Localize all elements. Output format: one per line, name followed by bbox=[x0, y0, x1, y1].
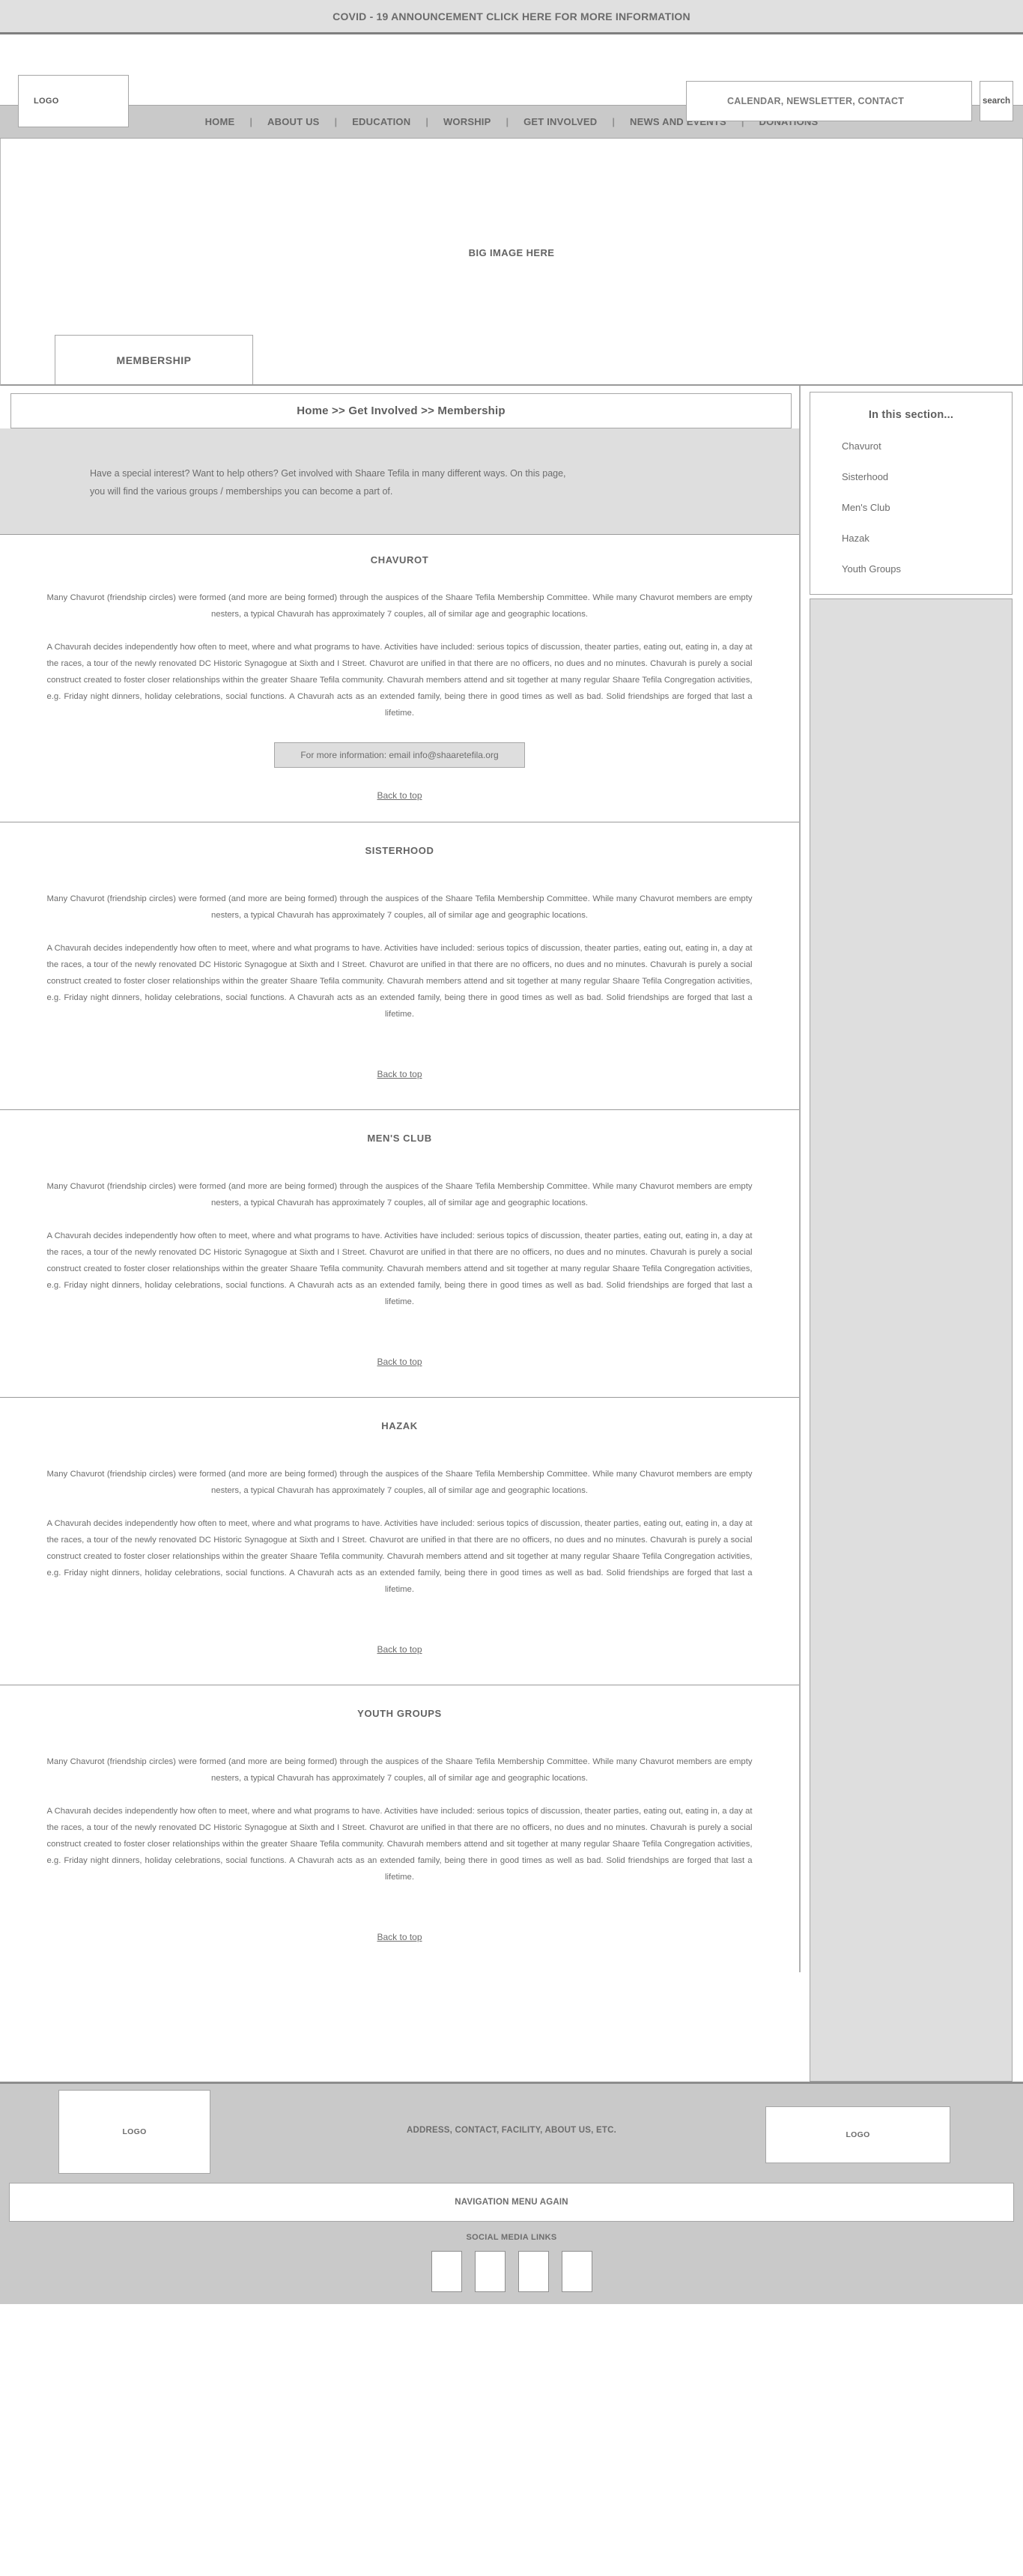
intro-text: Have a special interest? Want to help ot… bbox=[90, 468, 566, 497]
site-header: LOGO CALENDAR, NEWSLETTER, CONTACT searc… bbox=[0, 34, 1023, 127]
section-paragraph: Many Chavurot (friendship circles) were … bbox=[46, 593, 753, 619]
social-icon-1[interactable] bbox=[431, 2251, 462, 2292]
section-paragraph: A Chavurah decides independently how oft… bbox=[46, 642, 753, 718]
social-icon-2[interactable] bbox=[474, 2251, 506, 2292]
breadcrumb-text[interactable]: Home >> Get Involved >> Membership bbox=[297, 404, 506, 417]
back-to-top-link[interactable]: Back to top bbox=[377, 1644, 422, 1655]
sidebar-placeholder-block bbox=[810, 598, 1013, 2082]
main-content-column: Home >> Get Involved >> Membership Have … bbox=[0, 386, 801, 1973]
info-button-wrap: For more information: email info@shaaret… bbox=[0, 742, 799, 768]
back-to-top-wrap: Back to top bbox=[0, 1357, 799, 1367]
sidebar-item-youth-groups[interactable]: Youth Groups bbox=[810, 563, 1012, 575]
membership-tab[interactable]: MEMBERSHIP bbox=[55, 335, 253, 384]
section-title-youth-groups: YOUTH GROUPS bbox=[357, 1708, 442, 1720]
section-youth-groups: YOUTH GROUPS Many Chavurot (friendship c… bbox=[0, 1685, 799, 1973]
sidebar-item-mens-club[interactable]: Men's Club bbox=[810, 502, 1012, 533]
section-paragraph: A Chavurah decides independently how oft… bbox=[46, 1231, 753, 1307]
header-logo[interactable]: LOGO bbox=[18, 75, 129, 127]
in-this-section-box: In this section... Chavurot Sisterhood M… bbox=[810, 392, 1013, 595]
header-search-area: CALENDAR, NEWSLETTER, CONTACT search bbox=[686, 81, 1013, 121]
right-sidebar: In this section... Chavurot Sisterhood M… bbox=[801, 386, 1023, 2082]
sidebar-item-sisterhood[interactable]: Sisterhood bbox=[810, 471, 1012, 502]
footer-logo-right[interactable]: LOGO bbox=[765, 2106, 950, 2163]
covid-announcement-text: COVID - 19 ANNOUNCEMENT CLICK HERE FOR M… bbox=[333, 10, 690, 22]
search-button[interactable]: search bbox=[980, 81, 1013, 121]
footer-top-row: LOGO ADDRESS, CONTACT, FACILITY, ABOUT U… bbox=[0, 2084, 1023, 2180]
section-paragraph: A Chavurah decides independently how oft… bbox=[46, 1807, 753, 1882]
section-sisterhood: SISTERHOOD Many Chavurot (friendship cir… bbox=[0, 822, 799, 1110]
section-paragraph: Many Chavurot (friendship circles) were … bbox=[46, 1181, 753, 1207]
section-mens-club: MEN'S CLUB Many Chavurot (friendship cir… bbox=[0, 1109, 799, 1398]
sidebar-item-chavurot[interactable]: Chavurot bbox=[810, 440, 1012, 471]
nav-item-about-us[interactable]: ABOUT US bbox=[252, 116, 335, 127]
section-paragraph: A Chavurah decides independently how oft… bbox=[46, 943, 753, 1019]
hero-image-placeholder: BIG IMAGE HERE MEMBERSHIP bbox=[0, 139, 1023, 386]
section-hazak: HAZAK Many Chavurot (friendship circles)… bbox=[0, 1398, 799, 1686]
social-media-title: SOCIAL MEDIA LINKS bbox=[466, 2233, 557, 2242]
nav-item-education[interactable]: EDUCATION bbox=[337, 116, 425, 127]
nav-item-get-involved[interactable]: GET INVOLVED bbox=[509, 116, 612, 127]
social-icon-3[interactable] bbox=[517, 2251, 549, 2292]
footer-navigation[interactable]: NAVIGATION MENU AGAIN bbox=[9, 2183, 1014, 2222]
header-logo-label: LOGO bbox=[34, 97, 59, 106]
nav-item-worship[interactable]: WORSHIP bbox=[428, 116, 506, 127]
more-information-button[interactable]: For more information: email info@shaaret… bbox=[274, 742, 525, 768]
page-body: Home >> Get Involved >> Membership Have … bbox=[0, 386, 1023, 2082]
section-title-chavurot: CHAVUROT bbox=[370, 554, 429, 566]
back-to-top-link[interactable]: Back to top bbox=[377, 1932, 422, 1942]
site-footer: LOGO ADDRESS, CONTACT, FACILITY, ABOUT U… bbox=[0, 2082, 1023, 2304]
hero-placeholder-label: BIG IMAGE HERE bbox=[468, 247, 555, 258]
back-to-top-wrap: Back to top bbox=[0, 1069, 799, 1079]
section-title-mens-club: MEN'S CLUB bbox=[367, 1132, 432, 1144]
back-to-top-link[interactable]: Back to top bbox=[377, 790, 422, 801]
sidebar-item-hazak[interactable]: Hazak bbox=[810, 533, 1012, 563]
social-media-row bbox=[0, 2251, 1023, 2304]
section-paragraph: A Chavurah decides independently how oft… bbox=[46, 1519, 753, 1595]
back-to-top-link[interactable]: Back to top bbox=[377, 1357, 422, 1367]
search-input[interactable]: CALENDAR, NEWSLETTER, CONTACT bbox=[686, 81, 972, 121]
section-title-sisterhood: SISTERHOOD bbox=[365, 844, 434, 856]
section-paragraph: Many Chavurot (friendship circles) were … bbox=[46, 894, 753, 920]
back-to-top-link[interactable]: Back to top bbox=[377, 1069, 422, 1079]
section-paragraph: Many Chavurot (friendship circles) were … bbox=[46, 1757, 753, 1783]
section-title-hazak: HAZAK bbox=[381, 1420, 418, 1432]
section-chavurot: CHAVUROT Many Chavurot (friendship circl… bbox=[0, 534, 799, 822]
covid-announcement-bar[interactable]: COVID - 19 ANNOUNCEMENT CLICK HERE FOR M… bbox=[0, 0, 1023, 34]
back-to-top-wrap: Back to top bbox=[0, 1644, 799, 1655]
in-this-section-title: In this section... bbox=[868, 409, 954, 421]
intro-panel: Have a special interest? Want to help ot… bbox=[0, 428, 799, 535]
back-to-top-wrap: Back to top bbox=[0, 1932, 799, 1942]
social-icon-4[interactable] bbox=[561, 2251, 592, 2292]
section-paragraph: Many Chavurot (friendship circles) were … bbox=[46, 1470, 753, 1496]
nav-item-home[interactable]: HOME bbox=[190, 116, 250, 127]
breadcrumb: Home >> Get Involved >> Membership bbox=[10, 393, 792, 428]
back-to-top-wrap: Back to top bbox=[0, 790, 799, 801]
